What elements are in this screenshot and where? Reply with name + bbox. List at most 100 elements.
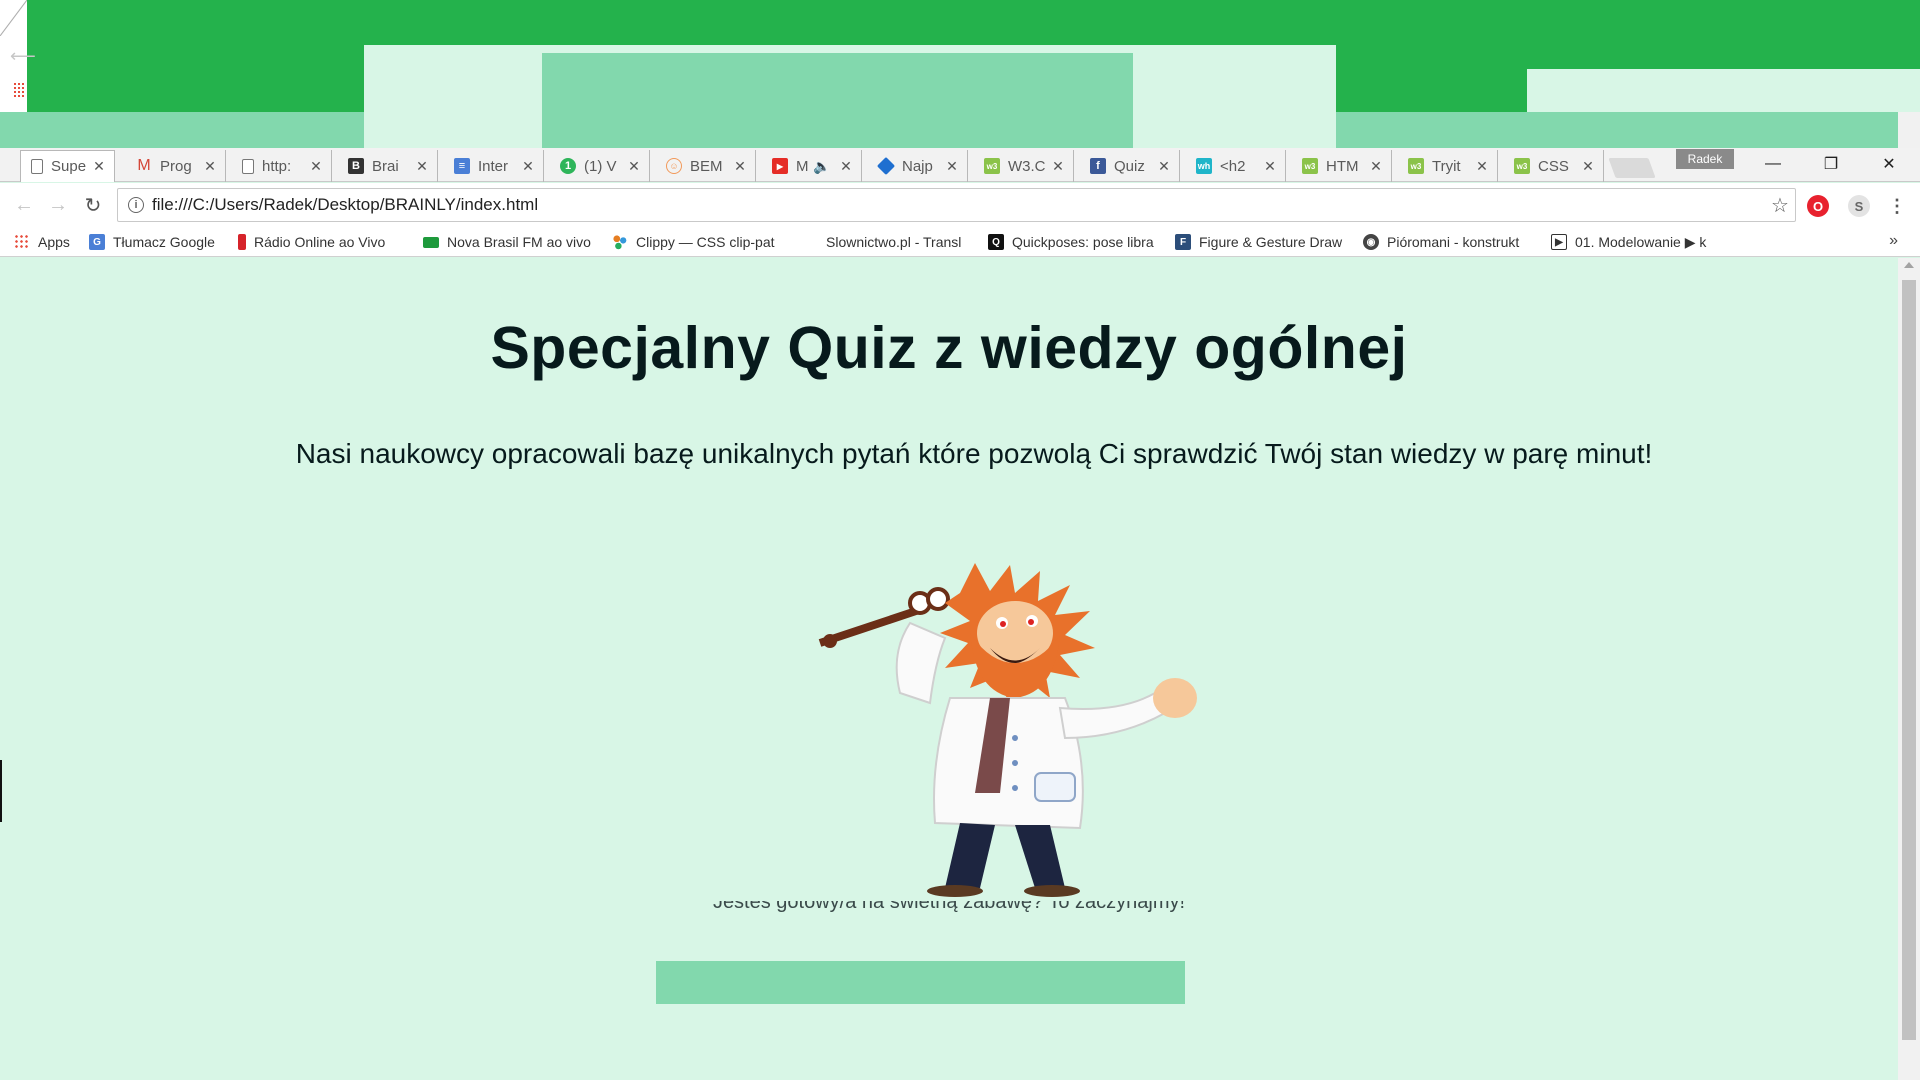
tab-quiz[interactable]: f Quiz ✕ [1080, 150, 1180, 182]
w3-icon: w3 [984, 158, 1000, 174]
bookmark-clippy[interactable]: Clippy — CSS clip-pat [612, 232, 784, 252]
bookmark-label: Tłumacz Google [113, 234, 215, 250]
bookmarks-bar: Apps G Tłumacz Google Rádio Online ao Vi… [0, 227, 1920, 257]
address-bar[interactable]: i file:///C:/Users/Radek/Desktop/BRAINLY… [117, 188, 1796, 222]
close-icon[interactable]: ✕ [1263, 158, 1277, 175]
overlay-right-pale-block [1527, 69, 1920, 112]
tab-title: <h2 [1220, 157, 1246, 175]
brazil-flag-icon [423, 236, 439, 248]
forward-arrow-icon[interactable]: → [46, 193, 70, 217]
radio-icon [238, 234, 246, 250]
tab-youtube[interactable]: ▶ M 🔈 ✕ [762, 150, 862, 182]
tab-title: Brai [372, 157, 399, 175]
tab-w3c[interactable]: w3 W3.C ✕ [974, 150, 1074, 182]
reload-icon[interactable]: ↻ [81, 193, 105, 217]
bookmark-figure-gesture[interactable]: F Figure & Gesture Draw [1175, 232, 1349, 252]
bookmark-label: Pióromani - konstrukt [1387, 234, 1520, 250]
close-icon[interactable]: ✕ [1369, 158, 1383, 175]
youtube-icon: ▶ [772, 158, 788, 174]
close-icon[interactable]: ✕ [1581, 158, 1595, 175]
close-icon[interactable]: ✕ [309, 158, 323, 175]
bookmark-google-translate[interactable]: G Tłumacz Google [89, 232, 215, 252]
bookmark-nova-brasil[interactable]: Nova Brasil FM ao vivo [423, 232, 593, 252]
tab-brainly[interactable]: B Brai ✕ [338, 150, 438, 182]
close-icon[interactable]: ✕ [1051, 158, 1065, 175]
bookmark-label: Rádio Online ao Vivo [254, 234, 386, 250]
overlay-mid-box [542, 53, 1133, 148]
bookmark-star-icon[interactable]: ☆ [1765, 193, 1795, 218]
close-icon[interactable]: ✕ [415, 158, 429, 175]
bem-icon: ☺ [666, 158, 682, 174]
overlay-back-arrow-icon: ⟵ [10, 46, 36, 66]
tab-bem[interactable]: ☺ BEM ✕ [656, 150, 756, 182]
diamond-icon [876, 156, 896, 176]
bookmark-quickposes[interactable]: Q Quickposes: pose libra [988, 232, 1160, 252]
close-icon[interactable]: ✕ [203, 158, 217, 175]
close-icon[interactable]: ✕ [945, 158, 959, 175]
opera-icon[interactable]: O [1807, 195, 1829, 217]
page-scrollbar[interactable] [1898, 258, 1920, 1080]
tab-title: Najp [902, 157, 933, 175]
pioromani-icon: ◉ [1363, 234, 1379, 250]
wh-icon: wh [1196, 158, 1212, 174]
close-icon[interactable]: ✕ [521, 158, 535, 175]
tab-title: Inter [478, 157, 509, 175]
bookmark-pioromani[interactable]: ◉ Pióromani - konstrukt [1363, 232, 1533, 252]
gmail-icon: M [137, 157, 151, 174]
restore-button[interactable]: ❐ [1802, 148, 1860, 180]
back-arrow-icon[interactable]: ← [12, 193, 36, 217]
browser-toolbar: ← → ↻ i file:///C:/Users/Radek/Desktop/B… [0, 183, 1920, 227]
bookmark-label: Quickposes: pose libra [1012, 234, 1154, 250]
bookmark-slownictwo[interactable]: Slownictwo.pl - Transl [826, 232, 972, 252]
mad-scientist-illustration [818, 563, 1197, 897]
tab-http[interactable]: http: ✕ [232, 150, 332, 182]
facebook-icon: f [1090, 158, 1106, 174]
bookmark-radio-online[interactable]: Rádio Online ao Vivo [238, 232, 400, 252]
close-icon[interactable]: ✕ [627, 158, 641, 175]
tab-h2[interactable]: wh <h2 ✕ [1186, 150, 1286, 182]
extension-s-icon[interactable]: S [1848, 195, 1870, 217]
bookmark-label: Clippy — CSS clip-pat [636, 234, 775, 250]
tab-title: Quiz [1114, 157, 1145, 175]
tab-tryit[interactable]: w3 Tryit ✕ [1398, 150, 1498, 182]
scrollbar-thumb[interactable] [1902, 280, 1916, 1040]
close-icon[interactable]: ✕ [839, 158, 853, 175]
tab-prog[interactable]: M Prog ✕ [126, 150, 226, 182]
tab-title: http: [262, 157, 292, 175]
bookmark-label: Nova Brasil FM ao vivo [447, 234, 591, 250]
overlay-scroll-stub [1898, 112, 1920, 148]
tab-whatsapp[interactable]: 1 (1) V ✕ [550, 150, 650, 182]
page-icon [31, 159, 43, 174]
tab-najp[interactable]: Najp ✕ [868, 150, 968, 182]
tab-inter[interactable]: ≡ Inter ✕ [444, 150, 544, 182]
tab-css[interactable]: w3 CSS ✕ [1504, 150, 1604, 182]
bookmark-label: Apps [38, 234, 70, 250]
close-icon[interactable]: ✕ [1475, 158, 1489, 175]
speaker-icon[interactable]: 🔈 [813, 158, 831, 175]
tab-title: Prog [160, 157, 192, 175]
new-tab-button[interactable] [1608, 158, 1656, 178]
window-edge-artifact [0, 760, 2, 822]
page-title: Specjalny Quiz z wiedzy ogólnej [490, 315, 1408, 381]
tab-title: W3.C [1008, 157, 1046, 175]
scroll-up-icon[interactable] [1904, 262, 1914, 268]
start-quiz-button[interactable] [656, 961, 1185, 1004]
bookmark-modelowanie[interactable]: ▶ 01. Modelowanie ▶ k [1551, 232, 1721, 252]
minimize-button[interactable]: — [1744, 148, 1802, 180]
bookmark-label: Slownictwo.pl - Transl [826, 234, 962, 250]
info-icon[interactable]: i [128, 197, 144, 213]
tab-htm[interactable]: w3 HTM ✕ [1292, 150, 1392, 182]
bookmark-apps[interactable]: Apps [14, 232, 70, 252]
close-icon[interactable]: ✕ [1157, 158, 1171, 175]
bookmarks-overflow-icon[interactable]: » [1889, 232, 1898, 250]
tab-supe[interactable]: Supe ✕ [20, 150, 115, 182]
menu-kebab-icon[interactable]: ⋮ [1886, 195, 1908, 217]
close-icon[interactable]: ✕ [92, 158, 106, 175]
address-url[interactable]: file:///C:/Users/Radek/Desktop/BRAINLY/i… [152, 195, 1765, 215]
w3-icon: w3 [1514, 158, 1530, 174]
close-window-button[interactable]: ✕ [1860, 148, 1918, 180]
profile-badge[interactable]: Radek [1676, 149, 1734, 169]
close-icon[interactable]: ✕ [733, 158, 747, 175]
docs-icon: ≡ [454, 158, 470, 174]
tab-title: BEM [690, 157, 723, 175]
